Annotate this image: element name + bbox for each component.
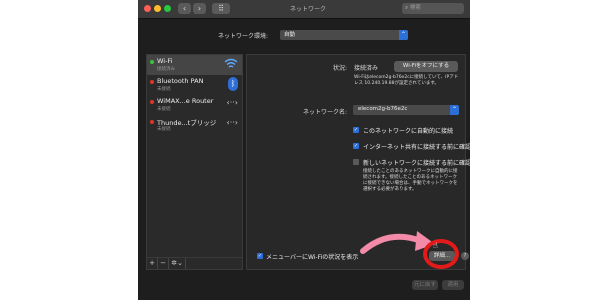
service-status: 未接続 [157, 87, 171, 92]
service-list: Wi-Fi 接続済み Bluetooth PAN 未接続 ᛒ WiMAX...e… [146, 54, 243, 258]
service-status: 未接続 [157, 127, 171, 132]
service-status: 接続済み [157, 67, 175, 72]
add-service-button[interactable]: + [147, 258, 158, 269]
show-in-menubar-label: メニューバーにWi-Fiの状況を表示 [266, 254, 359, 261]
network-name-select[interactable]: elecom2g-b76e2c ⌃ [353, 105, 459, 115]
auto-join-label: このネットワークに自動的に接続 [363, 128, 454, 135]
minimize-button[interactable] [154, 5, 161, 12]
service-item-wimax-router[interactable]: WiMAX...e Router 未接続 ‹··› [147, 95, 242, 115]
ethernet-arrows-icon: ‹··› [226, 118, 238, 127]
close-button[interactable] [144, 5, 151, 12]
service-item-thunderbolt-bridge[interactable]: Thunde...tブリッジ 未接続 ‹··› [147, 115, 242, 135]
grid-icon: ⠿ [218, 4, 224, 13]
service-item-bluetooth-pan[interactable]: Bluetooth PAN 未接続 ᛒ [147, 75, 242, 95]
apply-button[interactable]: 適用 [442, 280, 464, 290]
gear-icon[interactable]: ✲⌄ [169, 258, 186, 269]
search-field[interactable]: ⌕ 検索 [402, 3, 464, 14]
new-network-note: 接続したことのあるネットワークに自動的に接続されます。接続したことのあるネットワ… [363, 169, 458, 192]
wifi-detail-panel: 状況: 接続済み Wi-Fiをオフにする Wi-Fiはelecom2g-b76e… [246, 54, 470, 270]
location-value: 自動 [284, 32, 296, 38]
status-label: 状況: [333, 65, 348, 72]
service-list-toolbar: + − ✲⌄ [146, 257, 243, 270]
chevron-right-icon: › [197, 4, 202, 13]
wifi-icon [224, 58, 238, 68]
status-dot-red [150, 120, 154, 124]
location-label: ネットワーク環境: [218, 33, 269, 40]
search-icon: ⌕ [405, 5, 409, 11]
network-name-label: ネットワーク名: [303, 109, 348, 116]
status-description: Wi-Fiはelecom2g-b76e2cに接続していて、IPアドレス 10.2… [354, 75, 459, 86]
service-name: WiMAX...e Router [157, 97, 214, 105]
bottom-bar: 元に戻す 適用 [138, 275, 470, 300]
window-title: ネットワーク [289, 6, 326, 13]
help-button[interactable]: ? [461, 252, 469, 260]
location-select[interactable]: 自動 ⌃ [280, 30, 408, 40]
ask-new-network-checkbox[interactable] [353, 159, 359, 165]
revert-button[interactable]: 元に戻す [412, 280, 438, 290]
location-row: ネットワーク環境: 自動 ⌃ [218, 30, 408, 41]
show-all-button[interactable]: ⠿ [212, 3, 230, 14]
chevron-left-icon: ‹ [182, 4, 187, 13]
ask-new-network-label: 新しいネットワークに接続する前に確認 [363, 160, 470, 167]
auto-join-checkbox[interactable]: ✓ [353, 127, 359, 133]
turn-off-wifi-button[interactable]: Wi-Fiをオフにする [394, 61, 458, 72]
remove-service-button[interactable]: − [158, 258, 169, 269]
status-dot-green [150, 60, 154, 64]
chevron-updown-icon: ⌃ [450, 105, 459, 115]
ethernet-arrows-icon: ‹··› [226, 98, 238, 107]
status-dot-red [150, 80, 154, 84]
zoom-button[interactable] [164, 5, 171, 12]
status-value: 接続済み [354, 65, 379, 72]
network-preferences-window: ‹ › ⠿ ネットワーク ⌕ 検索 ネットワーク環境: 自動 ⌃ Wi-Fi 接… [138, 0, 470, 300]
title-bar: ‹ › ⠿ ネットワーク ⌕ 検索 [138, 0, 470, 19]
back-button[interactable]: ‹ [178, 3, 191, 14]
bluetooth-icon: ᛒ [228, 77, 238, 91]
service-status: 未接続 [157, 107, 171, 112]
service-item-wifi[interactable]: Wi-Fi 接続済み [147, 55, 242, 75]
status-dot-red [150, 100, 154, 104]
service-name: Wi-Fi [157, 57, 173, 65]
search-placeholder: 検索 [409, 5, 421, 11]
chevron-updown-icon: ⌃ [399, 30, 408, 40]
ask-hotspot-label: インターネット共有に接続する前に確認 [363, 144, 470, 151]
forward-button[interactable]: › [193, 3, 206, 14]
highlight-circle [423, 239, 459, 269]
service-name: Bluetooth PAN [157, 77, 204, 85]
cursor-icon: ☝ [433, 241, 438, 250]
ask-hotspot-checkbox[interactable]: ✓ [353, 143, 359, 149]
network-name-value: elecom2g-b76e2c [358, 106, 408, 112]
show-in-menubar-checkbox[interactable]: ✓ [257, 253, 263, 259]
